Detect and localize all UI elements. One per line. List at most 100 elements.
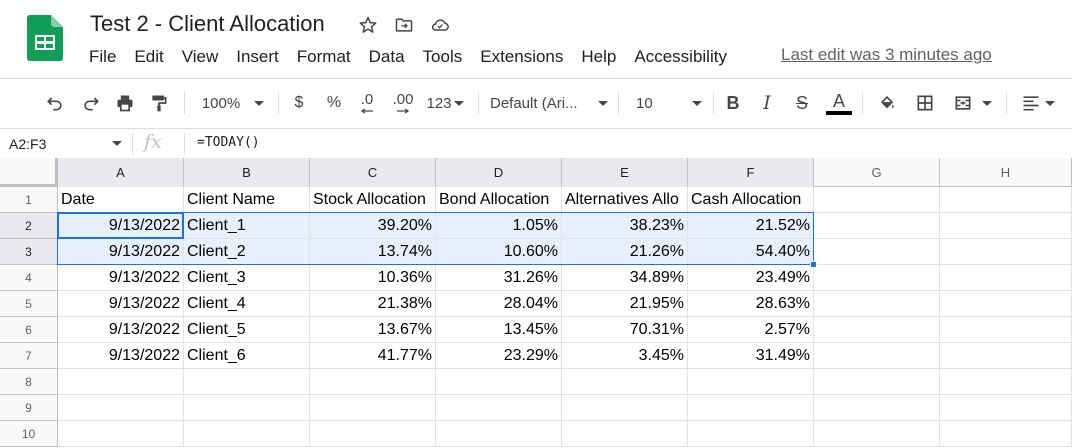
horizontal-align-select[interactable] [1016,86,1060,120]
cell-d8[interactable] [436,369,562,395]
cell-g1[interactable] [814,187,940,213]
cell-c4[interactable]: 10.36% [310,265,436,291]
borders-icon[interactable] [912,86,938,120]
row-header-7[interactable]: 7 [0,343,58,369]
cell-c3[interactable]: 13.74% [310,239,436,265]
cell-d9[interactable] [436,395,562,421]
percent-format-button[interactable]: % [322,86,346,120]
cell-e1[interactable]: Alternatives Allo [562,187,688,213]
cell-c7[interactable]: 41.77% [310,343,436,369]
italic-button[interactable]: I [756,86,778,120]
cell-b5[interactable]: Client_4 [184,291,310,317]
cell-g9[interactable] [814,395,940,421]
cell-f1[interactable]: Cash Allocation [688,187,814,213]
cell-f4[interactable]: 23.49% [688,265,814,291]
cell-f10[interactable] [688,421,814,447]
cell-f2[interactable]: 21.52% [688,213,814,239]
column-header-a[interactable]: A [58,158,184,187]
cell-f8[interactable] [688,369,814,395]
sheets-logo-icon[interactable] [27,15,63,61]
cell-a5[interactable]: 9/13/2022 [58,291,184,317]
cell-g2[interactable] [814,213,940,239]
column-header-e[interactable]: E [562,158,688,187]
cell-g6[interactable] [814,317,940,343]
cell-b6[interactable]: Client_5 [184,317,310,343]
font-size-select[interactable]: 10 [630,86,702,120]
cell-e8[interactable] [562,369,688,395]
cell-e4[interactable]: 34.89% [562,265,688,291]
cell-d3[interactable]: 10.60% [436,239,562,265]
column-header-c[interactable]: C [310,158,436,187]
cell-g10[interactable] [814,421,940,447]
cell-e6[interactable]: 70.31% [562,317,688,343]
cell-g5[interactable] [814,291,940,317]
cell-a7[interactable]: 9/13/2022 [58,343,184,369]
cell-d10[interactable] [436,421,562,447]
font-family-select[interactable]: Default (Ari... [490,86,608,120]
fill-handle[interactable] [810,261,817,268]
bold-button[interactable]: B [722,86,744,120]
cell-a9[interactable] [58,395,184,421]
cell-a10[interactable] [58,421,184,447]
row-header-3[interactable]: 3 [0,239,58,265]
row-header-1[interactable]: 1 [0,187,58,213]
cell-a2[interactable]: 9/13/2022 [58,213,184,239]
cell-h7[interactable] [940,343,1072,369]
cell-f7[interactable]: 31.49% [688,343,814,369]
menu-edit[interactable]: Edit [125,47,172,67]
row-header-10[interactable]: 10 [0,421,58,447]
cell-a8[interactable] [58,369,184,395]
cell-e7[interactable]: 3.45% [562,343,688,369]
menu-view[interactable]: View [173,47,228,67]
row-header-4[interactable]: 4 [0,265,58,291]
move-folder-icon[interactable] [392,13,416,37]
cell-h8[interactable] [940,369,1072,395]
column-header-d[interactable]: D [436,158,562,187]
cell-g7[interactable] [814,343,940,369]
text-color-button[interactable]: A [824,86,854,120]
fill-color-icon[interactable] [874,86,900,120]
cell-b1[interactable]: Client Name [184,187,310,213]
merge-cells-select[interactable] [948,86,996,120]
cell-g4[interactable] [814,265,940,291]
star-icon[interactable] [356,13,380,37]
decrease-decimal-button[interactable]: .0 [354,86,380,120]
select-all-corner[interactable] [0,158,58,187]
cell-c1[interactable]: Stock Allocation [310,187,436,213]
menu-accessibility[interactable]: Accessibility [625,47,736,67]
name-box[interactable]: A2:F3 [0,129,128,158]
document-title[interactable]: Test 2 - Client Allocation [90,11,325,37]
cell-c5[interactable]: 21.38% [310,291,436,317]
cloud-status-icon[interactable] [428,13,452,37]
cell-b10[interactable] [184,421,310,447]
cell-c9[interactable] [310,395,436,421]
cell-b3[interactable]: Client_2 [184,239,310,265]
menu-extensions[interactable]: Extensions [471,47,572,67]
strikethrough-button[interactable]: S [790,86,814,120]
increase-decimal-button[interactable]: .00 [388,86,418,120]
menu-file[interactable]: File [80,47,125,67]
cell-h5[interactable] [940,291,1072,317]
cell-e5[interactable]: 21.95% [562,291,688,317]
cell-h10[interactable] [940,421,1072,447]
cell-h2[interactable] [940,213,1072,239]
cell-a3[interactable]: 9/13/2022 [58,239,184,265]
cell-h3[interactable] [940,239,1072,265]
column-header-g[interactable]: G [814,158,940,187]
paint-format-icon[interactable] [146,86,172,120]
menu-data[interactable]: Data [360,47,414,67]
formula-input[interactable]: =TODAY() [197,135,260,150]
row-header-5[interactable]: 5 [0,291,58,317]
currency-format-button[interactable]: $ [288,86,310,120]
menu-insert[interactable]: Insert [227,47,288,67]
row-header-8[interactable]: 8 [0,369,58,395]
cell-d4[interactable]: 31.26% [436,265,562,291]
cell-e9[interactable] [562,395,688,421]
row-header-2[interactable]: 2 [0,213,58,239]
column-header-b[interactable]: B [184,158,310,187]
cell-b4[interactable]: Client_3 [184,265,310,291]
cell-d7[interactable]: 23.29% [436,343,562,369]
more-formats-select[interactable]: 123 [424,86,466,120]
cell-c10[interactable] [310,421,436,447]
cell-b9[interactable] [184,395,310,421]
